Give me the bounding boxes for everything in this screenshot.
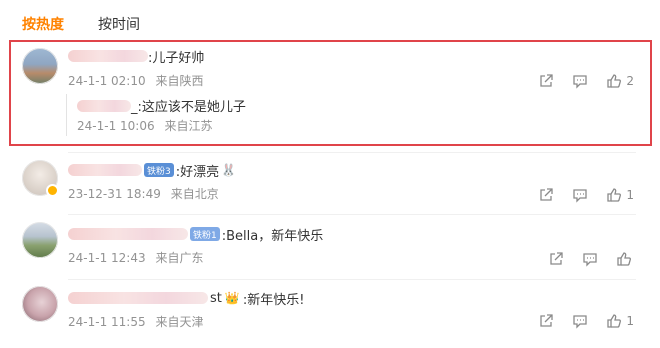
share-button[interactable] xyxy=(538,313,554,329)
username[interactable] xyxy=(68,164,142,176)
share-icon xyxy=(540,74,554,87)
comment-icon xyxy=(573,75,588,89)
thumbs-up-icon xyxy=(607,74,622,88)
share-icon xyxy=(540,314,554,327)
tab-by-time[interactable]: 按时间 xyxy=(98,14,140,34)
like-button[interactable]: 1 xyxy=(606,187,634,203)
comment-meta: 24-1-1 12:43 来自广东 xyxy=(68,249,203,266)
comment-button[interactable] xyxy=(572,313,588,329)
tab-by-popularity[interactable]: 按热度 xyxy=(22,14,64,34)
divider xyxy=(68,152,636,153)
comment-actions: 1 xyxy=(538,312,634,330)
like-count: 1 xyxy=(626,314,634,328)
comment-actions: 2 xyxy=(538,72,634,90)
share-icon xyxy=(540,188,554,201)
like-button[interactable]: 2 xyxy=(606,73,634,89)
reply-text: _:这应该不是她儿子 xyxy=(131,100,246,115)
comment-text: :Bella，新年快乐 xyxy=(221,228,324,244)
avatar[interactable] xyxy=(22,222,58,258)
username[interactable] xyxy=(68,292,208,304)
comment-meta: 23-12-31 18:49 来自北京 xyxy=(68,185,219,202)
fan-badge: 铁粉1 xyxy=(190,227,220,241)
verified-badge-icon xyxy=(46,184,59,197)
comment-icon xyxy=(583,253,597,267)
comment-line: :儿子好帅 xyxy=(68,46,204,66)
comment-meta: 24-1-1 02:10 来自陕西 xyxy=(68,72,203,89)
like-count: 1 xyxy=(626,188,634,202)
reply-block: _:这应该不是她儿子 24-1-1 10:06 来自江苏 xyxy=(66,94,520,136)
share-button[interactable] xyxy=(538,73,554,89)
share-button[interactable] xyxy=(548,251,564,267)
timestamp: 23-12-31 18:49 xyxy=(68,187,161,201)
location: 来自陕西 xyxy=(155,74,204,88)
comment-icon xyxy=(573,315,588,329)
comment-icon xyxy=(573,189,588,203)
timestamp: 24-1-1 11:55 xyxy=(68,315,146,329)
like-button[interactable] xyxy=(616,251,636,267)
comment-button[interactable] xyxy=(582,251,598,267)
fan-badge: 铁粉3 xyxy=(144,163,174,177)
timestamp: 24-1-1 12:43 xyxy=(68,251,146,265)
username[interactable] xyxy=(68,50,148,62)
reply-location: 来自江苏 xyxy=(164,119,213,133)
comment-line: st 👑 :新年快乐! xyxy=(68,288,304,308)
comment-text: :新年快乐! xyxy=(242,292,305,308)
comment-meta: 24-1-1 11:55 来自天津 xyxy=(68,313,203,330)
thumbs-up-icon xyxy=(617,252,631,266)
comment-actions: 1 xyxy=(538,186,634,204)
divider xyxy=(68,214,636,215)
thumbs-up-icon xyxy=(607,188,622,202)
share-button[interactable] xyxy=(538,187,554,203)
reply-username[interactable] xyxy=(77,99,131,112)
comment-actions xyxy=(548,250,636,268)
avatar[interactable] xyxy=(22,286,58,322)
location: 来自天津 xyxy=(155,315,204,329)
comment-text: :好漂亮 xyxy=(175,164,220,180)
comment-button[interactable] xyxy=(572,73,588,89)
username-fragment: st xyxy=(210,290,222,306)
timestamp: 24-1-1 02:10 xyxy=(68,74,146,88)
like-button[interactable]: 1 xyxy=(606,313,634,329)
location: 来自广东 xyxy=(155,251,204,265)
sort-tabs: 按热度 按时间 xyxy=(22,12,140,36)
reply-timestamp: 24-1-1 10:06 xyxy=(77,119,155,133)
avatar[interactable] xyxy=(22,48,58,84)
like-count: 2 xyxy=(626,74,634,88)
username[interactable] xyxy=(68,228,188,240)
comment-line: 铁粉3 :好漂亮 🐰 xyxy=(68,160,236,180)
crown-emoji-icon: 👑 xyxy=(224,291,240,305)
comment-text: :儿子好帅 xyxy=(148,50,205,66)
bunny-emoji-icon: 🐰 xyxy=(221,163,237,177)
thumbs-up-icon xyxy=(607,314,622,328)
comment-button[interactable] xyxy=(572,187,588,203)
divider xyxy=(68,279,636,280)
location: 来自北京 xyxy=(170,187,219,201)
reply-line: _:这应该不是她儿子 xyxy=(77,96,246,115)
reply-meta: 24-1-1 10:06 来自江苏 xyxy=(77,117,212,134)
share-icon xyxy=(550,252,563,265)
comment-line: 铁粉1 :Bella，新年快乐 xyxy=(68,224,323,244)
